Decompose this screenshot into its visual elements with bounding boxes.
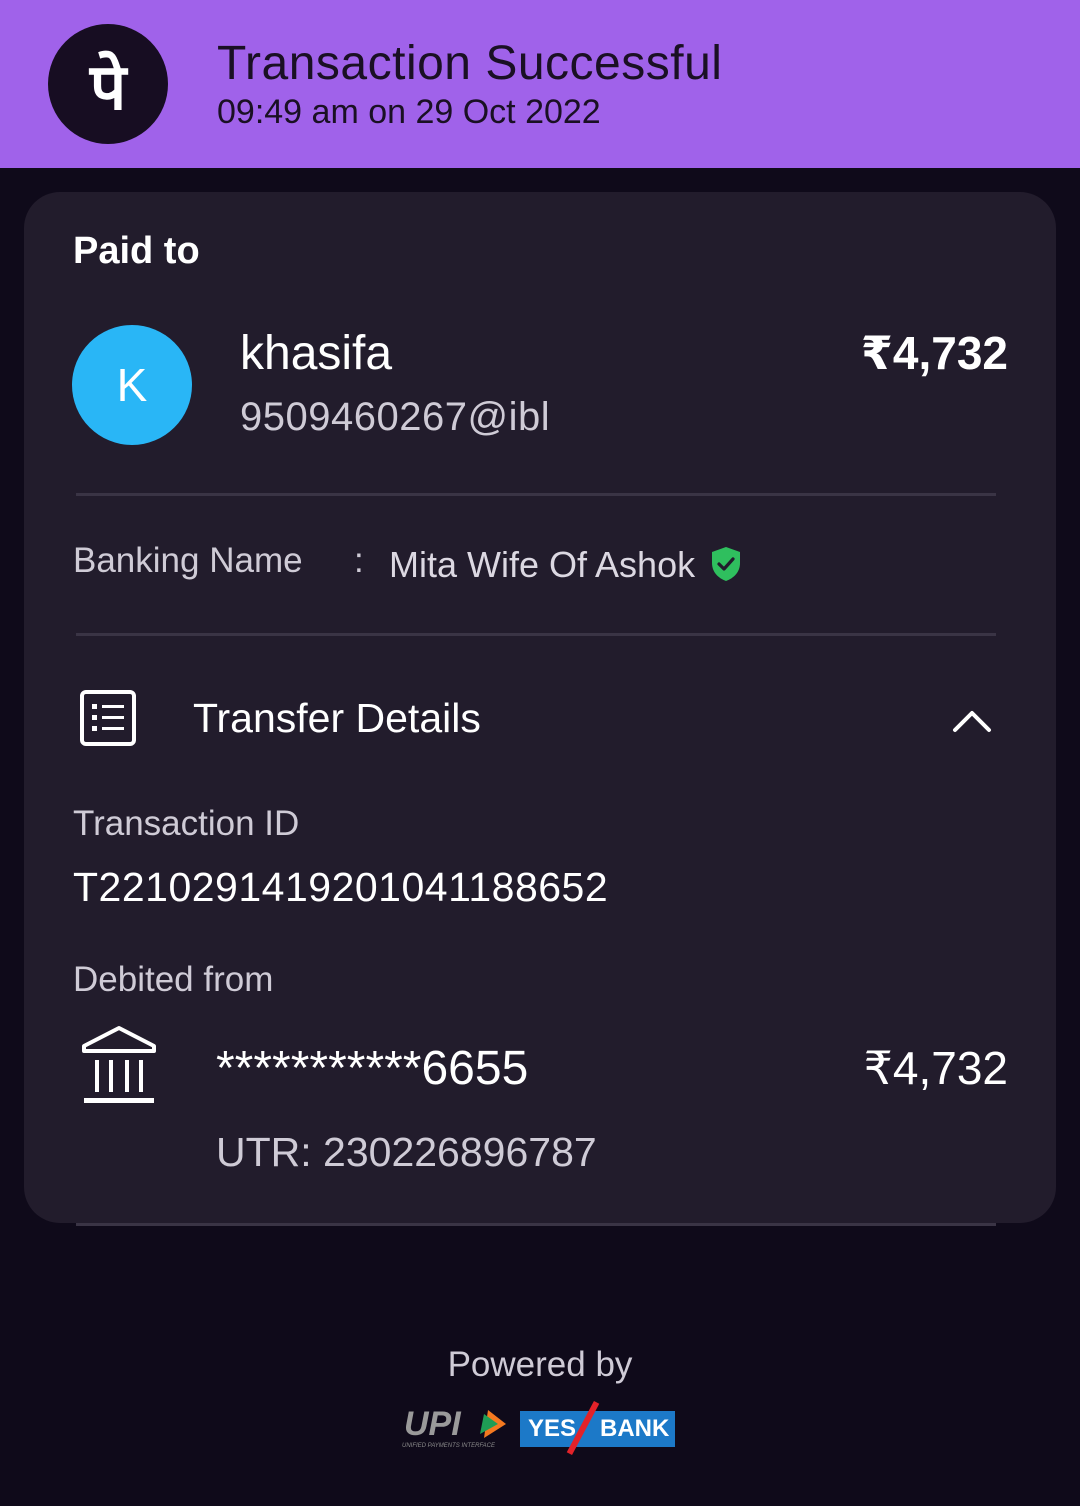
divider [76,1223,996,1226]
paid-to-label: Paid to [73,230,200,272]
transaction-id-label: Transaction ID [73,804,300,843]
divider [76,633,996,636]
shield-check-icon [712,547,740,581]
debited-account-number: ***********6655 [216,1042,529,1095]
phonepe-logo: पे [48,24,168,144]
transaction-status-title: Transaction Successful [217,37,723,90]
transaction-id-value[interactable]: T2210291419201041188652 [73,864,608,911]
debited-from-label: Debited from [73,960,274,999]
transaction-timestamp: 09:49 am on 29 Oct 2022 [217,93,601,131]
transaction-card: Paid to K khasifa 9509460267@ibl ₹4,732 … [24,192,1056,1223]
paid-amount: ₹4,732 [860,327,1008,379]
receipt-list-icon [80,690,136,746]
bank-icon [82,1026,156,1103]
avatar-letter: K [116,359,148,411]
yes-bank-logo: YES BANK [520,1400,675,1456]
avatar: K [72,325,192,445]
debited-amount: ₹4,732 [863,1042,1008,1094]
yes-bank-bank: BANK [600,1415,670,1442]
banking-name-label: Banking Name [73,541,303,580]
payee-name: khasifa [240,327,393,380]
banking-name-separator: : [354,541,364,580]
transfer-details-label[interactable]: Transfer Details [193,695,481,742]
utr-number[interactable]: UTR: 230226896787 [216,1129,597,1176]
powered-by-label: Powered by [447,1345,633,1384]
divider [76,493,996,496]
chevron-up-icon[interactable] [949,698,995,744]
payee-upi-id: 9509460267@ibl [240,395,551,439]
logo-glyph: पे [89,50,127,125]
banking-name-value: Mita Wife Of Ashok [389,544,696,585]
upi-logo: UPI UNIFIED PAYMENTS INTERFACE [402,1405,506,1449]
status-header: पे Transaction Successful 09:49 am on 29… [0,0,1080,168]
upi-sublabel: UNIFIED PAYMENTS INTERFACE [402,1443,496,1449]
upi-logo-text: UPI [404,1405,462,1443]
